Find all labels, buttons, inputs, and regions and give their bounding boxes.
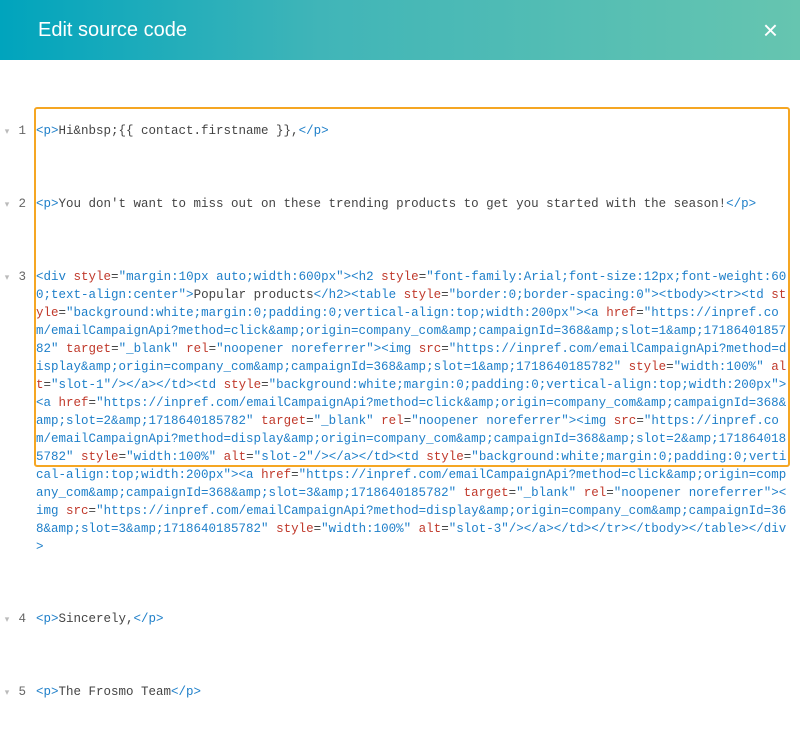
line-number: 2 — [14, 195, 36, 213]
fold-icon[interactable]: ▾ — [0, 268, 14, 287]
code-editor-wrap: ▾ 1 <p>Hi&nbsp;{{ contact.firstname }},<… — [0, 60, 800, 738]
alt3-val: slot-3 — [456, 522, 501, 536]
div-style-val: margin:10px auto;width:600px — [126, 270, 336, 284]
modal-header: Edit source code × — [0, 0, 800, 60]
line-number: 4 — [14, 610, 36, 628]
rel-val3: noopener noreferrer — [621, 486, 764, 500]
alt2-val: slot-2 — [261, 450, 306, 464]
line2-text: You don't want to miss out on these tren… — [59, 197, 727, 211]
close-icon[interactable]: × — [763, 17, 778, 43]
code-content[interactable]: <p>Sincerely,</p> — [36, 610, 800, 628]
line-number: 1 — [14, 122, 36, 140]
code-line-2: ▾ 2 <p>You don't want to miss out on the… — [0, 195, 800, 214]
imgstyle-val3: width:100% — [329, 522, 404, 536]
td-style-val: background:white;margin:0;padding:0;vert… — [74, 306, 569, 320]
imgstyle-val2: width:100% — [134, 450, 209, 464]
rel-val2: noopener noreferrer — [419, 414, 562, 428]
line-number: 3 — [14, 268, 36, 286]
fold-icon[interactable]: ▾ — [0, 610, 14, 629]
code-content[interactable]: <p>Hi&nbsp;{{ contact.firstname }},</p> — [36, 122, 800, 140]
h2-text: Popular products — [194, 288, 314, 302]
code-line-3: ▾ 3 <div style="margin:10px auto;width:6… — [0, 268, 800, 556]
target-val2: _blank — [321, 414, 366, 428]
line5-text: The Frosmo Team — [59, 685, 172, 699]
line-number: 5 — [14, 683, 36, 701]
code-content[interactable]: <p>You don't want to miss out on these t… — [36, 195, 800, 213]
table-style-val: border:0;border-spacing:0 — [456, 288, 644, 302]
code-line-1: ▾ 1 <p>Hi&nbsp;{{ contact.firstname }},<… — [0, 122, 800, 141]
line1-text: Hi&nbsp;{{ contact.firstname }}, — [59, 124, 299, 138]
alt1-val: slot-1 — [59, 378, 104, 392]
fold-icon[interactable]: ▾ — [0, 122, 14, 141]
line4-text: Sincerely, — [59, 612, 134, 626]
target-val: _blank — [126, 342, 171, 356]
modal-title: Edit source code — [38, 19, 187, 42]
fold-icon[interactable]: ▾ — [0, 195, 14, 214]
target-val3: _blank — [524, 486, 569, 500]
rel-val: noopener noreferrer — [224, 342, 367, 356]
td-style-val2: background:white;margin:0;padding:0;vert… — [276, 378, 771, 392]
code-content[interactable]: <p>The Frosmo Team</p> — [36, 683, 800, 701]
code-line-4: ▾ 4 <p>Sincerely,</p> — [0, 610, 800, 629]
code-line-5: ▾ 5 <p>The Frosmo Team</p> — [0, 683, 800, 702]
fold-icon[interactable]: ▾ — [0, 683, 14, 702]
code-editor[interactable]: ▾ 1 <p>Hi&nbsp;{{ contact.firstname }},<… — [0, 60, 800, 738]
code-content[interactable]: <div style="margin:10px auto;width:600px… — [36, 268, 800, 556]
imgstyle-val: width:100% — [681, 360, 756, 374]
